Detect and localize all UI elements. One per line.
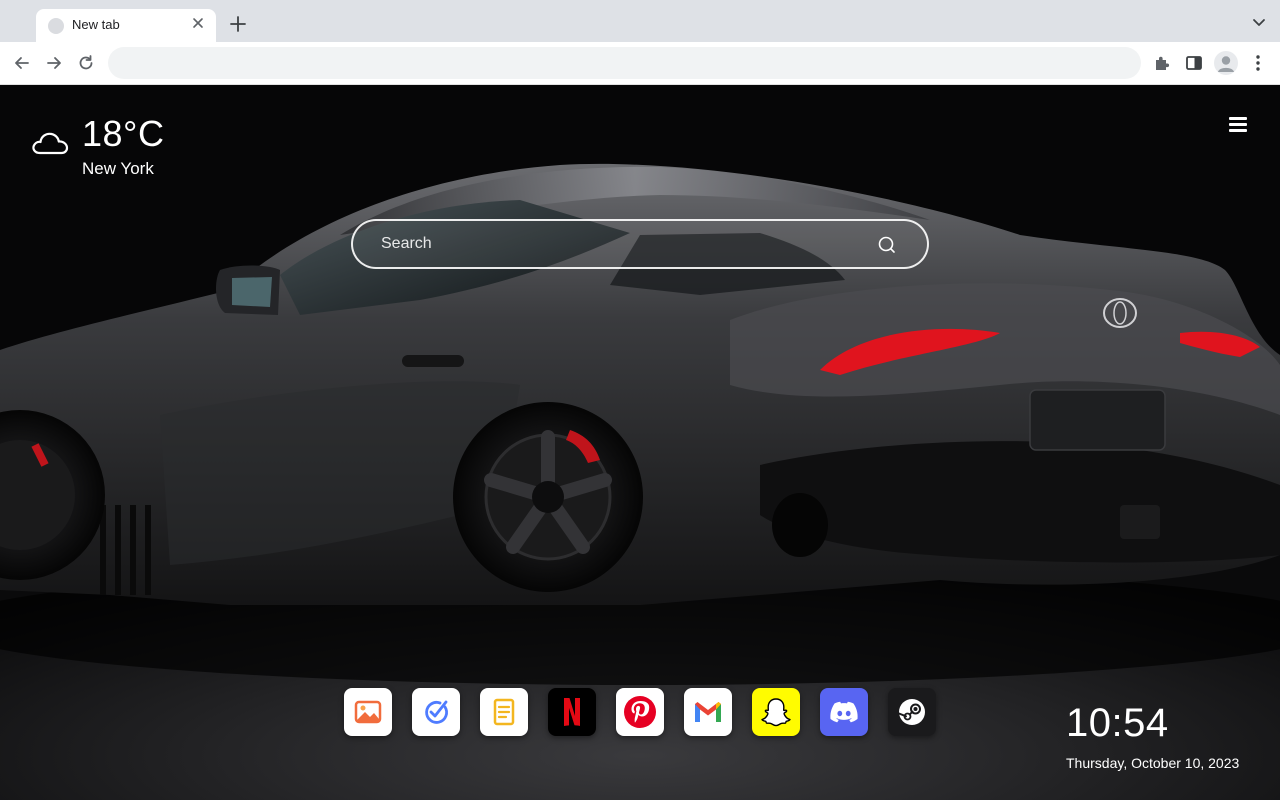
browser-toolbar (0, 42, 1280, 85)
pinterest-icon (624, 696, 656, 728)
tab-favicon-icon (48, 18, 64, 34)
cloud-icon (32, 132, 69, 155)
new-tab-icon[interactable] (228, 14, 248, 34)
shortcut-gmail[interactable] (684, 688, 732, 736)
extensions-puzzle-icon[interactable] (1151, 52, 1173, 74)
discord-icon (830, 701, 858, 723)
profile-avatar[interactable] (1214, 51, 1238, 75)
clock-widget: 10:54 Thursday, October 10, 2023 (1066, 703, 1239, 771)
tab-strip: New tab (0, 0, 1280, 42)
gmail-icon (695, 702, 721, 722)
steam-icon (898, 699, 925, 725)
shortcut-pinterest[interactable] (616, 688, 664, 736)
back-icon[interactable] (11, 52, 33, 74)
forward-icon[interactable] (43, 52, 65, 74)
tab-title: New tab (72, 17, 120, 32)
menu-icon[interactable] (1228, 115, 1250, 135)
checkmark-circle-icon (425, 700, 448, 724)
search-input[interactable] (381, 231, 861, 257)
image-icon (354, 700, 382, 724)
city-name: New York (82, 159, 154, 178)
shortcut-discord[interactable] (820, 688, 868, 736)
shortcut-photos[interactable] (344, 688, 392, 736)
clock-date: Thursday, October 10, 2023 (1066, 755, 1240, 771)
browser-tab[interactable]: New tab (36, 9, 216, 42)
search-bar (351, 219, 929, 269)
notepad-icon (493, 698, 515, 726)
shortcut-tasks[interactable] (412, 688, 460, 736)
clock-time: 10:54 (1066, 701, 1169, 745)
new-tab-page: 18°C New York Search 10:54 Thursday, Oct… (0, 85, 1280, 800)
shortcut-notes[interactable] (480, 688, 528, 736)
shortcut-netflix[interactable] (548, 688, 596, 736)
shortcut-snapchat[interactable] (752, 688, 800, 736)
search-icon[interactable] (877, 235, 897, 255)
address-bar[interactable] (108, 47, 1141, 79)
side-panel-icon[interactable] (1183, 52, 1205, 74)
reload-icon[interactable] (75, 52, 97, 74)
shortcut-steam[interactable] (888, 688, 936, 736)
chevron-down-icon[interactable] (1252, 16, 1266, 30)
temperature: 18°C (82, 113, 165, 154)
netflix-icon (564, 698, 580, 726)
tab-close-icon[interactable] (190, 15, 206, 31)
more-vertical-icon[interactable] (1247, 52, 1269, 74)
snapchat-icon (761, 698, 791, 727)
person-icon (1218, 56, 1234, 72)
